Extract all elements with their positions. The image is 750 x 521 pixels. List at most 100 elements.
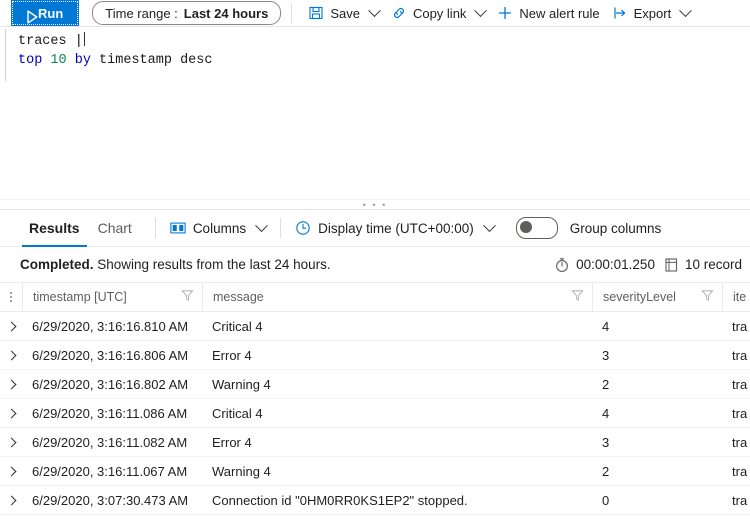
cell-severitylevel: 4 (602, 405, 610, 421)
table-row[interactable]: 6/29/2020, 3:16:16.802 AM Warning 4 2 tra (0, 370, 750, 399)
query-duration: 00:00:01.250 (554, 257, 655, 273)
cell-timestamp: 6/29/2020, 3:16:16.806 AM (32, 347, 189, 363)
new-alert-rule-button[interactable]: New alert rule (491, 0, 605, 27)
time-range-value: Last 24 hours (183, 5, 269, 21)
cell-severitylevel: 2 (602, 376, 610, 392)
column-header-message[interactable]: message (202, 283, 592, 311)
cell-severitylevel: 3 (602, 347, 610, 363)
chevron-right-icon[interactable] (0, 321, 22, 331)
run-button[interactable]: Run (10, 0, 80, 26)
cell-itemtype: tra (732, 492, 748, 508)
chevron-right-icon[interactable] (0, 437, 22, 447)
column-header-itemtype-label: ite (733, 290, 747, 304)
chevron-right-icon[interactable] (0, 350, 22, 360)
table-row[interactable]: 6/29/2020, 3:16:11.086 AM Critical 4 4 tra (0, 399, 750, 428)
splitter-handle: • • • (362, 199, 388, 210)
tab-results-label: Results (29, 220, 80, 236)
cell-message: Error 4 (212, 347, 252, 363)
save-label: Save (330, 5, 360, 21)
cell-timestamp: 6/29/2020, 3:16:16.810 AM (32, 318, 189, 334)
table-row[interactable]: 6/29/2020, 3:16:16.810 AM Critical 4 4 tra (0, 312, 750, 341)
toolbar-divider-1 (291, 3, 293, 23)
filter-funnel-icon[interactable] (181, 289, 194, 305)
column-header-message-label: message (213, 290, 264, 304)
query-duration-value: 00:00:01.250 (576, 257, 655, 272)
copy-link-button[interactable]: Copy link (385, 0, 491, 27)
group-columns-toggle[interactable] (515, 217, 558, 239)
chevron-right-icon[interactable] (0, 466, 22, 476)
cell-timestamp: 6/29/2020, 3:16:11.086 AM (32, 405, 188, 421)
columns-button[interactable]: Columns (170, 218, 268, 236)
cell-message: Critical 4 (212, 405, 263, 421)
status-message: Completed. Showing results from the last… (20, 257, 331, 272)
column-header-timestamp-label: timestamp [UTC] (33, 290, 127, 304)
query-keyword-desc: desc (180, 53, 213, 68)
cell-severitylevel: 2 (602, 463, 610, 479)
chevron-down-icon[interactable] (255, 218, 268, 232)
column-options-icon[interactable] (0, 283, 22, 311)
table-row[interactable]: 6/29/2020, 3:07:30.473 AM Connection id "… (0, 486, 750, 515)
play-icon (24, 9, 38, 24)
record-count: 10 record (663, 257, 742, 273)
cell-itemtype: tra (732, 376, 748, 392)
query-pipe: | (74, 34, 83, 49)
status-state: Completed. (20, 257, 94, 272)
chevron-down-icon[interactable] (482, 218, 496, 232)
export-button[interactable]: Export (606, 0, 697, 27)
table-row[interactable]: 6/29/2020, 3:16:11.067 AM Warning 4 2 tra (0, 457, 750, 486)
vertical-dots (10, 292, 12, 302)
query-keyword-by: by (74, 53, 91, 68)
column-header-itemtype[interactable]: ite (722, 283, 750, 311)
cell-timestamp: 6/29/2020, 3:16:11.067 AM (32, 463, 188, 479)
tab-results[interactable]: Results (20, 210, 89, 247)
status-metrics: 00:00:01.250 10 record (554, 257, 742, 273)
text-caret (83, 32, 85, 46)
query-editor[interactable]: traces | top 10 by timestamp desc (0, 27, 750, 199)
tabbar-divider-1 (154, 218, 156, 238)
toggle-knob (519, 221, 532, 233)
cell-message: Critical 4 (212, 318, 263, 334)
filter-funnel-icon[interactable] (571, 289, 584, 305)
tab-chart[interactable]: Chart (89, 210, 141, 247)
results-status-bar: Completed. Showing results from the last… (0, 247, 750, 283)
record-count-value: 10 record (684, 257, 742, 272)
cell-message: Connection id "0HM0RR0KS1EP2" stopped. (212, 492, 468, 508)
chevron-down-icon[interactable] (679, 3, 693, 17)
table-row[interactable]: 6/29/2020, 3:16:16.806 AM Error 4 3 tra (0, 341, 750, 370)
cell-itemtype: tra (732, 347, 748, 363)
table-row[interactable]: 6/29/2020, 3:16:11.082 AM Error 4 3 tra (0, 428, 750, 457)
timer-icon (554, 257, 570, 273)
export-label: Export (633, 5, 672, 21)
cell-severitylevel: 4 (602, 318, 610, 334)
cell-timestamp: 6/29/2020, 3:07:30.473 AM (32, 492, 189, 508)
chevron-right-icon[interactable] (0, 495, 22, 505)
top-toolbar: Run Time range : Last 24 hours Save Copy… (0, 0, 750, 27)
save-button[interactable]: Save (302, 0, 385, 27)
run-button-label: Run (38, 5, 64, 21)
time-range-picker[interactable]: Time range : Last 24 hours (92, 1, 282, 25)
chevron-right-icon[interactable] (0, 379, 22, 389)
column-header-severitylevel[interactable]: severityLevel (592, 283, 722, 311)
column-header-timestamp[interactable]: timestamp [UTC] (22, 283, 202, 311)
save-disk-icon (308, 5, 324, 21)
cell-severitylevel: 3 (602, 434, 610, 450)
tabbar-divider-2 (280, 218, 282, 238)
cell-timestamp: 6/29/2020, 3:16:11.082 AM (32, 434, 188, 450)
panel-splitter[interactable]: • • • (0, 199, 750, 210)
chevron-right-icon[interactable] (0, 408, 22, 418)
time-range-label: Time range : (105, 5, 178, 21)
filter-funnel-icon[interactable] (701, 289, 714, 305)
results-grid: timestamp [UTC] message severityLevel it… (0, 283, 750, 515)
display-time-label: Display time (UTC+00:00) (318, 220, 474, 236)
chevron-down-icon[interactable] (474, 3, 488, 17)
grid-header-row: timestamp [UTC] message severityLevel it… (0, 283, 750, 312)
plus-icon (497, 5, 513, 21)
cell-message: Warning 4 (212, 376, 271, 392)
chevron-down-icon[interactable] (368, 3, 381, 17)
display-time-button[interactable]: Display time (UTC+00:00) (295, 218, 496, 236)
query-text[interactable]: traces | top 10 by timestamp desc (0, 27, 750, 70)
cell-severitylevel: 0 (602, 492, 610, 508)
copy-link-label: Copy link (412, 5, 467, 21)
cell-itemtype: tra (732, 405, 748, 421)
query-keyword-top: top (18, 53, 43, 68)
